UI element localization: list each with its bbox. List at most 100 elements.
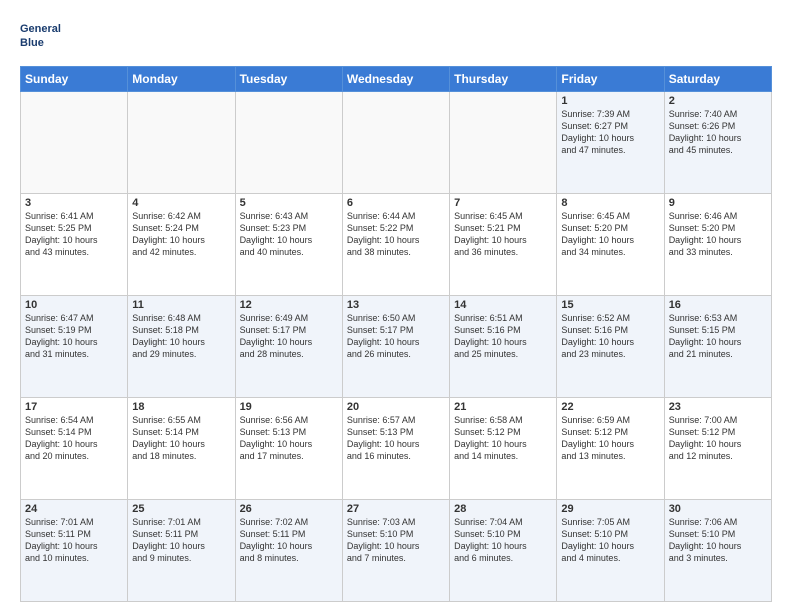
- day-number: 21: [454, 401, 552, 413]
- day-number: 6: [347, 197, 445, 209]
- day-number: 28: [454, 503, 552, 515]
- day-info: Sunrise: 6:50 AM Sunset: 5:17 PM Dayligh…: [347, 312, 445, 361]
- day-info: Sunrise: 7:40 AM Sunset: 6:26 PM Dayligh…: [669, 108, 767, 157]
- day-info: Sunrise: 6:56 AM Sunset: 5:13 PM Dayligh…: [240, 414, 338, 463]
- logo-svg: General Blue: [20, 16, 70, 56]
- calendar-cell: 11Sunrise: 6:48 AM Sunset: 5:18 PM Dayli…: [128, 296, 235, 398]
- day-info: Sunrise: 6:45 AM Sunset: 5:21 PM Dayligh…: [454, 210, 552, 259]
- calendar-week-row: 10Sunrise: 6:47 AM Sunset: 5:19 PM Dayli…: [21, 296, 772, 398]
- calendar-header-friday: Friday: [557, 67, 664, 92]
- calendar-cell: 25Sunrise: 7:01 AM Sunset: 5:11 PM Dayli…: [128, 500, 235, 602]
- day-info: Sunrise: 7:03 AM Sunset: 5:10 PM Dayligh…: [347, 516, 445, 565]
- calendar-cell: 26Sunrise: 7:02 AM Sunset: 5:11 PM Dayli…: [235, 500, 342, 602]
- calendar-cell: 22Sunrise: 6:59 AM Sunset: 5:12 PM Dayli…: [557, 398, 664, 500]
- calendar-cell: 3Sunrise: 6:41 AM Sunset: 5:25 PM Daylig…: [21, 194, 128, 296]
- calendar-cell: 27Sunrise: 7:03 AM Sunset: 5:10 PM Dayli…: [342, 500, 449, 602]
- calendar-header-saturday: Saturday: [664, 67, 771, 92]
- day-info: Sunrise: 6:57 AM Sunset: 5:13 PM Dayligh…: [347, 414, 445, 463]
- day-info: Sunrise: 6:46 AM Sunset: 5:20 PM Dayligh…: [669, 210, 767, 259]
- day-info: Sunrise: 7:01 AM Sunset: 5:11 PM Dayligh…: [132, 516, 230, 565]
- calendar-cell: 30Sunrise: 7:06 AM Sunset: 5:10 PM Dayli…: [664, 500, 771, 602]
- calendar-cell: 6Sunrise: 6:44 AM Sunset: 5:22 PM Daylig…: [342, 194, 449, 296]
- day-number: 9: [669, 197, 767, 209]
- day-info: Sunrise: 7:00 AM Sunset: 5:12 PM Dayligh…: [669, 414, 767, 463]
- day-info: Sunrise: 6:48 AM Sunset: 5:18 PM Dayligh…: [132, 312, 230, 361]
- day-number: 30: [669, 503, 767, 515]
- day-number: 7: [454, 197, 552, 209]
- day-info: Sunrise: 6:51 AM Sunset: 5:16 PM Dayligh…: [454, 312, 552, 361]
- calendar-cell: 9Sunrise: 6:46 AM Sunset: 5:20 PM Daylig…: [664, 194, 771, 296]
- calendar-cell: [21, 92, 128, 194]
- day-info: Sunrise: 7:01 AM Sunset: 5:11 PM Dayligh…: [25, 516, 123, 565]
- day-number: 13: [347, 299, 445, 311]
- day-number: 3: [25, 197, 123, 209]
- day-info: Sunrise: 6:54 AM Sunset: 5:14 PM Dayligh…: [25, 414, 123, 463]
- day-number: 1: [561, 95, 659, 107]
- day-info: Sunrise: 7:02 AM Sunset: 5:11 PM Dayligh…: [240, 516, 338, 565]
- day-number: 10: [25, 299, 123, 311]
- day-number: 8: [561, 197, 659, 209]
- calendar-header-monday: Monday: [128, 67, 235, 92]
- day-info: Sunrise: 7:39 AM Sunset: 6:27 PM Dayligh…: [561, 108, 659, 157]
- calendar-cell: 8Sunrise: 6:45 AM Sunset: 5:20 PM Daylig…: [557, 194, 664, 296]
- calendar-cell: 13Sunrise: 6:50 AM Sunset: 5:17 PM Dayli…: [342, 296, 449, 398]
- calendar-cell: 23Sunrise: 7:00 AM Sunset: 5:12 PM Dayli…: [664, 398, 771, 500]
- calendar-week-row: 24Sunrise: 7:01 AM Sunset: 5:11 PM Dayli…: [21, 500, 772, 602]
- calendar-week-row: 17Sunrise: 6:54 AM Sunset: 5:14 PM Dayli…: [21, 398, 772, 500]
- day-info: Sunrise: 6:41 AM Sunset: 5:25 PM Dayligh…: [25, 210, 123, 259]
- day-info: Sunrise: 6:53 AM Sunset: 5:15 PM Dayligh…: [669, 312, 767, 361]
- calendar-cell: 12Sunrise: 6:49 AM Sunset: 5:17 PM Dayli…: [235, 296, 342, 398]
- calendar-header-tuesday: Tuesday: [235, 67, 342, 92]
- day-number: 19: [240, 401, 338, 413]
- calendar-cell: [128, 92, 235, 194]
- day-info: Sunrise: 6:42 AM Sunset: 5:24 PM Dayligh…: [132, 210, 230, 259]
- day-info: Sunrise: 6:58 AM Sunset: 5:12 PM Dayligh…: [454, 414, 552, 463]
- logo: General Blue: [20, 16, 70, 56]
- calendar-header-thursday: Thursday: [450, 67, 557, 92]
- day-number: 23: [669, 401, 767, 413]
- calendar-header-sunday: Sunday: [21, 67, 128, 92]
- day-number: 25: [132, 503, 230, 515]
- svg-text:General: General: [20, 23, 61, 35]
- day-number: 15: [561, 299, 659, 311]
- calendar-cell: 24Sunrise: 7:01 AM Sunset: 5:11 PM Dayli…: [21, 500, 128, 602]
- header: General Blue: [20, 16, 772, 56]
- day-number: 29: [561, 503, 659, 515]
- day-info: Sunrise: 6:45 AM Sunset: 5:20 PM Dayligh…: [561, 210, 659, 259]
- day-number: 18: [132, 401, 230, 413]
- calendar-cell: 16Sunrise: 6:53 AM Sunset: 5:15 PM Dayli…: [664, 296, 771, 398]
- svg-text:Blue: Blue: [20, 37, 44, 49]
- calendar-cell: 18Sunrise: 6:55 AM Sunset: 5:14 PM Dayli…: [128, 398, 235, 500]
- day-number: 26: [240, 503, 338, 515]
- calendar-cell: 2Sunrise: 7:40 AM Sunset: 6:26 PM Daylig…: [664, 92, 771, 194]
- calendar-cell: 7Sunrise: 6:45 AM Sunset: 5:21 PM Daylig…: [450, 194, 557, 296]
- day-info: Sunrise: 6:44 AM Sunset: 5:22 PM Dayligh…: [347, 210, 445, 259]
- calendar-header-wednesday: Wednesday: [342, 67, 449, 92]
- day-number: 17: [25, 401, 123, 413]
- day-number: 27: [347, 503, 445, 515]
- day-number: 16: [669, 299, 767, 311]
- calendar-cell: [235, 92, 342, 194]
- day-info: Sunrise: 6:47 AM Sunset: 5:19 PM Dayligh…: [25, 312, 123, 361]
- calendar-cell: 28Sunrise: 7:04 AM Sunset: 5:10 PM Dayli…: [450, 500, 557, 602]
- calendar-cell: 21Sunrise: 6:58 AM Sunset: 5:12 PM Dayli…: [450, 398, 557, 500]
- day-number: 20: [347, 401, 445, 413]
- calendar-cell: 19Sunrise: 6:56 AM Sunset: 5:13 PM Dayli…: [235, 398, 342, 500]
- calendar-cell: 20Sunrise: 6:57 AM Sunset: 5:13 PM Dayli…: [342, 398, 449, 500]
- calendar-week-row: 1Sunrise: 7:39 AM Sunset: 6:27 PM Daylig…: [21, 92, 772, 194]
- day-number: 12: [240, 299, 338, 311]
- day-number: 14: [454, 299, 552, 311]
- calendar-cell: 4Sunrise: 6:42 AM Sunset: 5:24 PM Daylig…: [128, 194, 235, 296]
- day-info: Sunrise: 6:43 AM Sunset: 5:23 PM Dayligh…: [240, 210, 338, 259]
- calendar-cell: 17Sunrise: 6:54 AM Sunset: 5:14 PM Dayli…: [21, 398, 128, 500]
- day-number: 4: [132, 197, 230, 209]
- calendar-cell: 10Sunrise: 6:47 AM Sunset: 5:19 PM Dayli…: [21, 296, 128, 398]
- day-number: 24: [25, 503, 123, 515]
- day-number: 5: [240, 197, 338, 209]
- calendar-cell: [342, 92, 449, 194]
- calendar-header-row: SundayMondayTuesdayWednesdayThursdayFrid…: [21, 67, 772, 92]
- day-info: Sunrise: 6:59 AM Sunset: 5:12 PM Dayligh…: [561, 414, 659, 463]
- calendar-cell: 15Sunrise: 6:52 AM Sunset: 5:16 PM Dayli…: [557, 296, 664, 398]
- day-info: Sunrise: 7:04 AM Sunset: 5:10 PM Dayligh…: [454, 516, 552, 565]
- calendar-table: SundayMondayTuesdayWednesdayThursdayFrid…: [20, 66, 772, 602]
